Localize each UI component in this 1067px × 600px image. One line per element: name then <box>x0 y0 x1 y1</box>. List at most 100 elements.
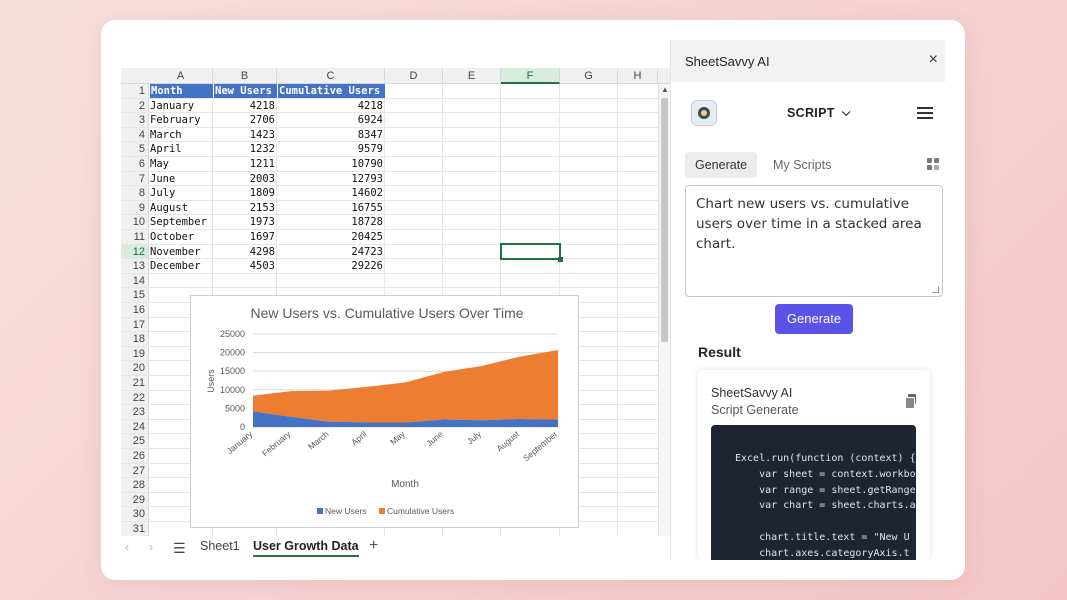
chart[interactable]: New Users vs. Cumulative Users Over Time… <box>190 295 579 528</box>
column-header-g[interactable]: G <box>560 68 618 84</box>
row-number[interactable]: 16 <box>121 303 149 317</box>
cell[interactable]: 4503 <box>214 259 277 273</box>
apps-grid-icon[interactable] <box>927 158 940 171</box>
cell[interactable]: 1809 <box>214 186 277 200</box>
column-header-b[interactable]: B <box>213 68 277 84</box>
cell[interactable]: June <box>150 172 213 186</box>
row-number[interactable]: 22 <box>121 390 149 405</box>
table-row: 8 July 1809 14602 <box>121 186 670 201</box>
row-number[interactable]: 26 <box>121 449 149 463</box>
cell[interactable]: March <box>150 128 213 142</box>
row-number[interactable]: 2 <box>121 98 149 113</box>
vertical-scrollbar[interactable]: ▲ ▼ <box>658 84 670 554</box>
cell[interactable]: February <box>150 113 213 127</box>
cell[interactable]: October <box>150 230 213 244</box>
row-number[interactable]: 13 <box>121 259 149 273</box>
row-number[interactable]: 20 <box>121 361 149 375</box>
cell[interactable]: 6924 <box>278 113 385 127</box>
prev-sheet-icon[interactable]: ‹ <box>125 540 129 554</box>
cell[interactable]: 1211 <box>214 157 277 171</box>
cell[interactable]: September <box>150 215 213 229</box>
row-number[interactable]: 7 <box>121 171 149 186</box>
cell[interactable]: 1423 <box>214 128 277 142</box>
selected-cell[interactable] <box>500 243 563 262</box>
row-number[interactable]: 4 <box>121 127 149 142</box>
cell[interactable]: 16755 <box>278 201 385 215</box>
row-number[interactable]: 24 <box>121 419 149 434</box>
row-number[interactable]: 15 <box>121 288 149 302</box>
row-number[interactable]: 21 <box>121 376 149 390</box>
row-number[interactable]: 14 <box>121 273 149 288</box>
row-number[interactable]: 29 <box>121 492 149 507</box>
row-number[interactable]: 8 <box>121 186 149 200</box>
column-header-f[interactable]: F <box>501 68 560 84</box>
cell[interactable]: December <box>150 259 213 273</box>
cell[interactable]: August <box>150 201 213 215</box>
row-number[interactable]: 27 <box>121 463 149 478</box>
cell[interactable]: 1232 <box>214 142 277 156</box>
row-number[interactable]: 6 <box>121 157 149 171</box>
cell[interactable]: 1973 <box>214 215 277 229</box>
column-header-a[interactable]: A <box>149 68 213 84</box>
sheets-menu-icon[interactable]: ☰ <box>173 540 186 557</box>
cell[interactable]: 2153 <box>214 201 277 215</box>
cell[interactable]: 14602 <box>278 186 385 200</box>
hamburger-menu-icon[interactable] <box>917 107 933 119</box>
row-number[interactable]: 9 <box>121 200 149 215</box>
cell[interactable]: Month <box>150 84 213 98</box>
column-header-e[interactable]: E <box>443 68 501 84</box>
copy-icon[interactable] <box>905 394 916 409</box>
cell[interactable]: 4218 <box>278 99 385 113</box>
generate-button[interactable]: Generate <box>775 304 853 334</box>
cell[interactable]: 4298 <box>214 245 277 259</box>
add-sheet-icon[interactable]: + <box>369 537 378 555</box>
next-sheet-icon[interactable]: › <box>149 540 153 554</box>
row-number[interactable]: 23 <box>121 405 149 419</box>
row-number[interactable]: 12 <box>121 244 149 259</box>
mode-dropdown[interactable]: SCRIPT <box>787 106 851 120</box>
cell[interactable]: 2706 <box>214 113 277 127</box>
row-number[interactable]: 30 <box>121 507 149 521</box>
row-number[interactable]: 5 <box>121 142 149 156</box>
cell[interactable]: April <box>150 142 213 156</box>
cell[interactable]: 8347 <box>278 128 385 142</box>
spreadsheet[interactable]: ABCDEFGH 1 Month New Users Cumulative Users… <box>121 40 670 560</box>
cell[interactable]: 1697 <box>214 230 277 244</box>
row-number[interactable]: 25 <box>121 434 149 448</box>
tab-my-scripts[interactable]: My Scripts <box>763 152 841 178</box>
cell[interactable]: Cumulative Users <box>278 84 385 98</box>
close-icon[interactable]: × <box>929 51 938 69</box>
cell[interactable]: 2003 <box>214 172 277 186</box>
row-number[interactable]: 31 <box>121 522 149 536</box>
cell[interactable]: May <box>150 157 213 171</box>
cell[interactable]: 29226 <box>278 259 385 273</box>
column-header-c[interactable]: C <box>277 68 385 84</box>
cell[interactable]: July <box>150 186 213 200</box>
tab-sheet1[interactable]: Sheet1 <box>200 539 240 553</box>
cell[interactable]: New Users <box>214 84 277 98</box>
cell[interactable]: November <box>150 245 213 259</box>
row-number[interactable]: 17 <box>121 317 149 332</box>
code-block[interactable]: Excel.run(function (context) { var sheet… <box>711 425 916 560</box>
cell[interactable]: 18728 <box>278 215 385 229</box>
cell[interactable]: 4218 <box>214 99 277 113</box>
row-number[interactable]: 11 <box>121 230 149 244</box>
column-header-d[interactable]: D <box>385 68 443 84</box>
prompt-textarea[interactable]: Chart new users vs. cumulative users ove… <box>685 185 943 297</box>
row-number[interactable]: 10 <box>121 215 149 229</box>
row-number[interactable]: 3 <box>121 113 149 127</box>
cell[interactable]: 12793 <box>278 172 385 186</box>
row-number[interactable]: 18 <box>121 332 149 346</box>
cell[interactable]: 10790 <box>278 157 385 171</box>
row-number[interactable]: 19 <box>121 346 149 361</box>
tab-generate[interactable]: Generate <box>685 152 758 178</box>
cell[interactable]: January <box>150 99 213 113</box>
row-number[interactable]: 28 <box>121 478 149 492</box>
row-number[interactable]: 1 <box>121 84 149 98</box>
tab-user-growth-data[interactable]: User Growth Data <box>253 539 359 557</box>
cell[interactable]: 20425 <box>278 230 385 244</box>
column-header-h[interactable]: H <box>618 68 658 84</box>
vertical-scroll-thumb[interactable] <box>661 98 668 342</box>
cell[interactable]: 9579 <box>278 142 385 156</box>
cell[interactable]: 24723 <box>278 245 385 259</box>
